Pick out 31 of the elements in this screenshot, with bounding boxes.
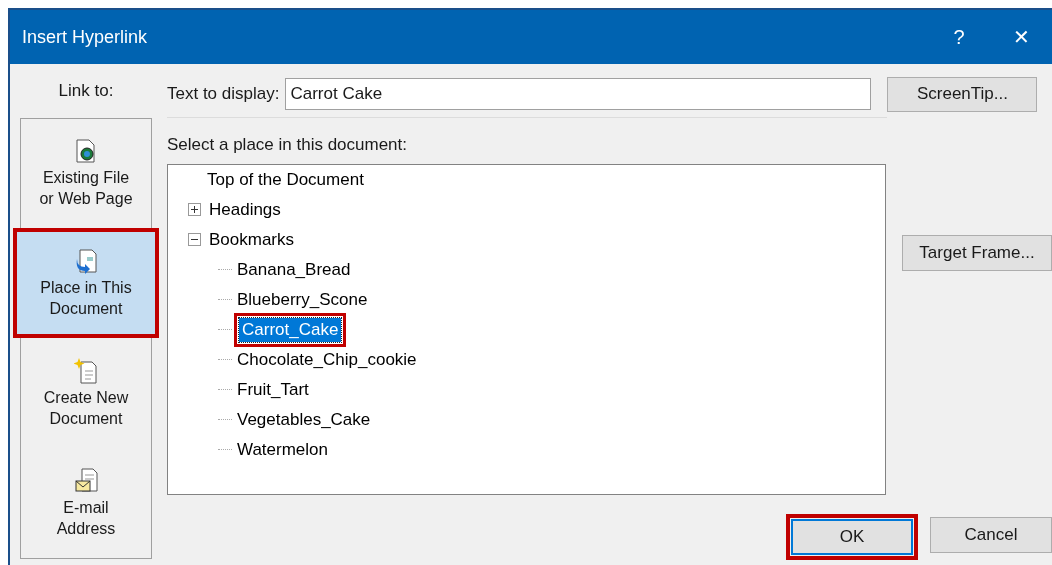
document-arrow-icon <box>74 247 98 276</box>
collapse-icon[interactable] <box>188 233 201 246</box>
link-to-label: Link to: <box>58 80 114 102</box>
tree-item[interactable]: Headings <box>206 197 284 222</box>
tree-item[interactable]: Banana_Bread <box>234 257 354 282</box>
cancel-button[interactable]: Cancel <box>930 516 1052 553</box>
link-type-item[interactable]: Existing File or Web Page <box>21 118 151 229</box>
tree-item[interactable]: Fruit_Tart <box>234 377 312 402</box>
link-type-item[interactable]: E-mail Address <box>21 447 151 558</box>
target-frame-button[interactable]: Target Frame... <box>902 234 1052 271</box>
tree-item[interactable]: Blueberry_Scone <box>234 287 371 312</box>
window-title: Insert Hyperlink <box>22 25 149 49</box>
screentip-button[interactable]: ScreenTip... <box>887 76 1038 112</box>
tree-item[interactable]: Watermelon <box>234 437 331 462</box>
tree-item[interactable]: Vegetables_Cake <box>234 407 374 432</box>
tree-item[interactable]: Top of the Document <box>204 167 367 192</box>
tree-item[interactable]: Carrot_Cake <box>239 317 342 342</box>
select-place-label: Select a place in this document: <box>167 134 409 156</box>
text-to-display-field[interactable]: Carrot Cake <box>285 78 872 110</box>
tree-item[interactable]: Bookmarks <box>206 227 298 252</box>
document-globe-icon <box>74 137 98 166</box>
close-button[interactable]: ✕ <box>990 17 1052 57</box>
document-envelope-icon <box>74 466 98 495</box>
expand-icon[interactable] <box>188 203 201 216</box>
tree-item[interactable]: Chocolate_Chip_cookie <box>234 347 420 372</box>
help-button[interactable]: ? <box>928 17 990 57</box>
ok-button[interactable]: OK <box>791 518 913 555</box>
link-type-item[interactable]: Create New Document <box>21 338 151 448</box>
text-to-display-label: Text to display: <box>167 83 280 106</box>
link-type-item[interactable]: Place in This Document <box>13 228 159 338</box>
new-document-icon <box>74 356 98 385</box>
